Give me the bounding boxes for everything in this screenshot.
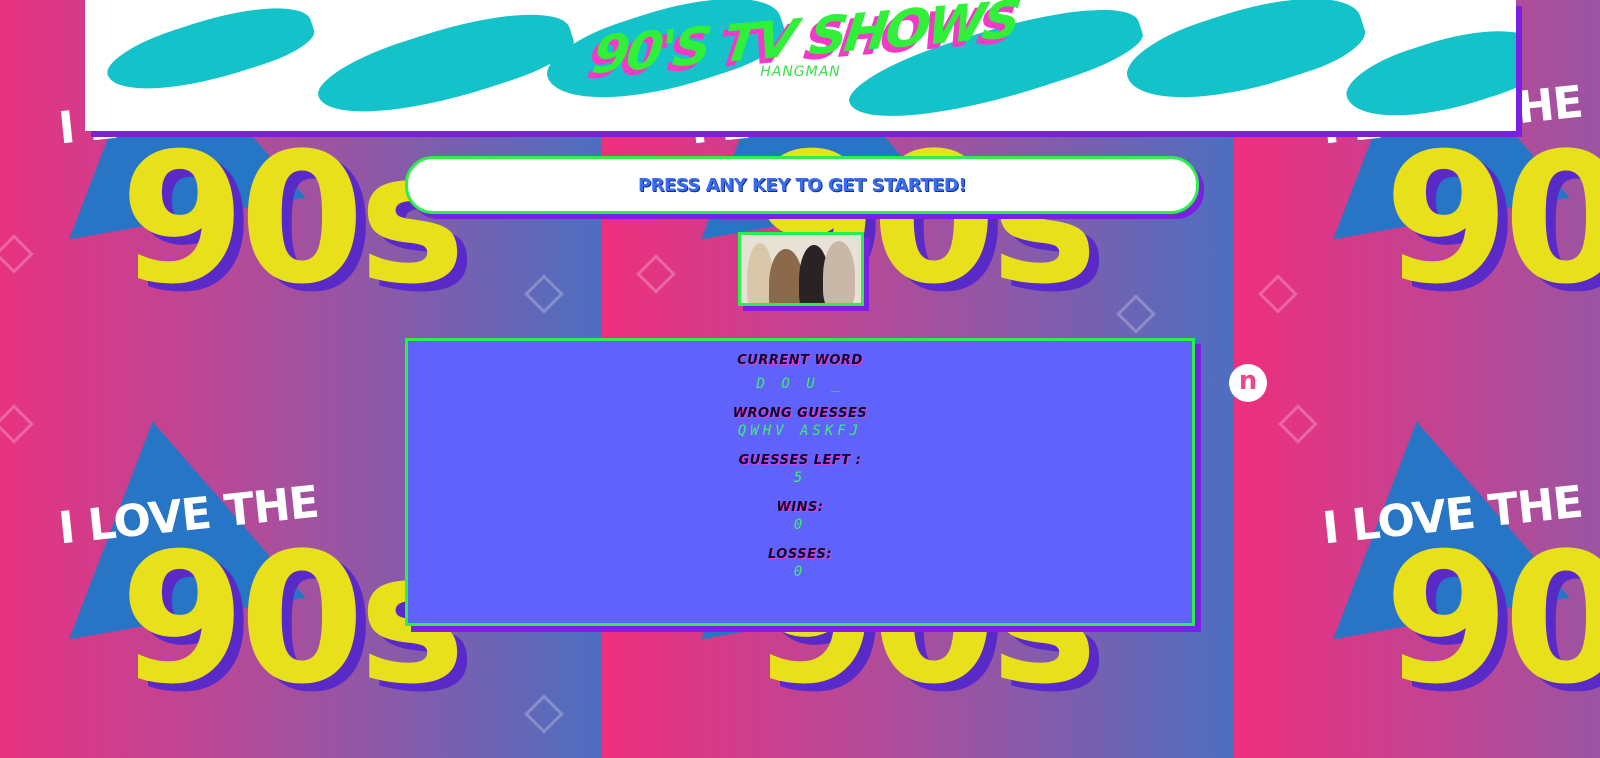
start-prompt-text: PRESS ANY KEY TO GET STARTED! (637, 174, 967, 196)
bg-tile: I LOVE THE90s (1234, 380, 1600, 758)
extension-icon[interactable]: n (1229, 364, 1267, 402)
losses-label: LOSSES: (767, 547, 833, 562)
wins-value: 0 (793, 517, 807, 533)
start-prompt-banner: PRESS ANY KEY TO GET STARTED! (405, 156, 1199, 214)
extension-glyph: n (1238, 366, 1258, 396)
wrong-guesses-value: QWHV ASKFJ (737, 423, 863, 439)
losses-value: 0 (793, 564, 807, 580)
wrong-guesses-label: WRONG GUESSES (732, 406, 868, 421)
wins-label: WINS: (776, 500, 824, 515)
game-stats-panel: CURRENT WORD D O U _ WRONG GUESSES QWHV … (405, 338, 1195, 626)
header-banner: 90'S TV SHOWS HANGMAN (85, 0, 1516, 131)
current-word-label: CURRENT WORD (737, 353, 863, 368)
current-word-value: D O U _ (756, 376, 844, 392)
guesses-left-label: GUESSES LEFT : (738, 453, 862, 468)
guesses-left-value: 5 (793, 470, 807, 486)
cast-photo (738, 232, 864, 306)
